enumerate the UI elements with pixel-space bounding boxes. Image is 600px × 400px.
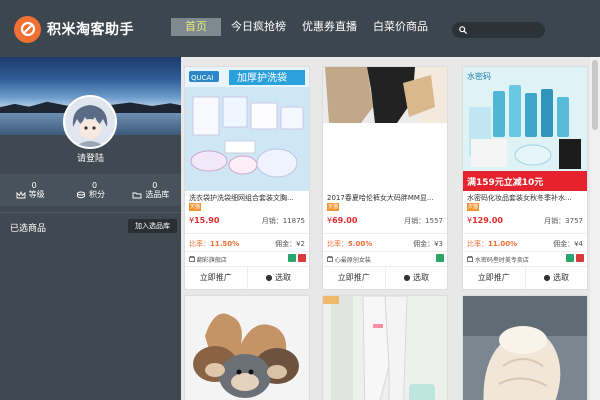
product-image[interactable] <box>463 296 587 400</box>
product-price: ¥15.90 <box>189 216 220 225</box>
stat-points-label: 积分 <box>88 189 105 199</box>
main-nav: 首页 今日疯抢榜 优惠券直播 白菜价商品 <box>171 18 438 36</box>
action-row: 立即推广 ● 选取 <box>185 266 310 289</box>
nav-item-daily-rush[interactable]: 今日疯抢榜 <box>225 18 292 36</box>
product-grid: QUCAI 加厚护洗袋 洗衣袋护洗袋细网组合套装文胸... 天猫 ¥15.90 … <box>181 57 600 400</box>
top-bar: 积米淘客助手 首页 今日疯抢榜 优惠券直播 白菜价商品 <box>0 0 600 57</box>
search-icon[interactable] <box>459 26 467 34</box>
product-image[interactable]: QUCAI 加厚护洗袋 <box>185 67 309 191</box>
scrollbar-thumb[interactable] <box>592 60 598 130</box>
select-button[interactable]: ● 选取 <box>524 267 588 289</box>
product-card[interactable] <box>462 295 588 400</box>
user-stats: 0 等级 0 积分 0 选品库 <box>0 174 181 206</box>
commission-amount: 佣金：¥4 <box>553 240 583 248</box>
product-banner-text: 加厚护洗袋 <box>237 71 287 84</box>
app-title: 积米淘客助手 <box>47 22 134 38</box>
shop-name[interactable]: 翻彩旗舰店 <box>189 255 227 264</box>
commission-rate: 比率：5.00% <box>327 240 373 248</box>
add-to-library-button[interactable]: 加入选品库 <box>128 219 177 233</box>
stat-library-value: 0 <box>152 180 158 190</box>
promo-banner: 满159元立减10元 <box>467 176 543 188</box>
store-icon <box>189 255 195 262</box>
tmall-badge: 天猫 <box>467 203 479 211</box>
commission-row: 比率：11.50% 佣金：¥2 <box>185 233 309 251</box>
stat-points-value: 0 <box>91 180 98 190</box>
crown-icon <box>16 190 26 198</box>
avatar[interactable] <box>63 95 117 149</box>
commission-rate: 比率：11.50% <box>189 240 240 248</box>
product-card[interactable] <box>322 295 448 400</box>
tmall-badge: 天猫 <box>189 203 201 211</box>
stat-level-label: 等级 <box>28 189 45 199</box>
shop-row: 心最原创女装 <box>323 251 447 265</box>
nav-item-coupon-live[interactable]: 优惠券直播 <box>296 18 363 36</box>
product-card[interactable] <box>184 295 310 400</box>
coins-icon <box>77 191 85 198</box>
mail-icon[interactable] <box>298 254 306 262</box>
product-image[interactable] <box>323 67 447 191</box>
promote-button[interactable]: 立即推广 <box>463 267 525 289</box>
product-card[interactable]: 2017春夏哈伦裤女大码胖MM显... 天猫 ¥69.00 月销：1557 比率… <box>322 66 448 290</box>
stat-level[interactable]: 0 等级 <box>0 174 60 206</box>
commission-row: 比率：5.00% 佣金：¥3 <box>323 233 447 251</box>
product-image[interactable] <box>323 296 447 400</box>
nav-item-home[interactable]: 首页 <box>171 18 221 36</box>
promote-button[interactable]: 立即推广 <box>185 267 247 289</box>
commission-amount: 佣金：¥3 <box>413 240 443 248</box>
monthly-sales: 月销：3757 <box>544 217 583 225</box>
login-link[interactable]: 请登陆 <box>0 151 181 164</box>
product-image[interactable] <box>185 296 309 400</box>
commission-row: 比率：11.00% 佣金：¥4 <box>463 233 587 251</box>
tmall-badge: 天猫 <box>327 203 339 211</box>
shop-row: 水密码叁时美专卖店 <box>463 251 587 265</box>
store-icon <box>327 255 333 262</box>
stat-level-value: 0 <box>31 180 37 190</box>
product-card[interactable]: 水密码 满159元立减10元 水密码化妆品套装女秋冬季补水... 天猫 ¥129… <box>462 66 588 290</box>
promote-button[interactable]: 立即推广 <box>323 267 385 289</box>
stat-library-label: 选品库 <box>145 189 170 199</box>
product-image[interactable]: 水密码 满159元立减10元 <box>463 67 587 191</box>
commission-rate: 比率：11.00% <box>467 240 518 248</box>
wangwang-icon[interactable] <box>566 254 574 262</box>
shop-name[interactable]: 心最原创女装 <box>327 255 371 264</box>
select-button[interactable]: ● 选取 <box>384 267 448 289</box>
logo-icon <box>14 15 41 43</box>
folder-icon <box>132 192 142 198</box>
monthly-sales: 月销：1557 <box>404 217 443 225</box>
product-price: ¥129.00 <box>467 216 503 225</box>
product-title[interactable]: 水密码化妆品套装女秋冬季补水... <box>467 193 585 203</box>
product-title[interactable]: 洗衣袋护洗袋细网组合套装文胸... <box>189 193 307 203</box>
product-price: ¥69.00 <box>327 216 358 225</box>
nav-item-bargain[interactable]: 白菜价商品 <box>367 18 434 36</box>
action-row: 立即推广 ● 选取 <box>463 266 588 289</box>
stat-points[interactable]: 0 积分 <box>60 174 120 206</box>
sidebar: 请登陆 0 等级 0 积分 0 选品库 已选商品 加入选品库 <box>0 57 181 400</box>
user-icon: ● <box>403 273 411 282</box>
action-row: 立即推广 ● 选取 <box>323 266 448 289</box>
product-card[interactable]: QUCAI 加厚护洗袋 洗衣袋护洗袋细网组合套装文胸... 天猫 ¥15.90 … <box>184 66 310 290</box>
shop-row: 翻彩旗舰店 <box>185 251 309 265</box>
monthly-sales: 月销：11875 <box>261 217 305 225</box>
store-icon <box>467 255 473 262</box>
product-brand-logo: QUCAI <box>191 74 213 82</box>
product-title[interactable]: 2017春夏哈伦裤女大码胖MM显... <box>327 193 445 203</box>
selected-products-label: 已选商品 <box>10 224 47 234</box>
wangwang-icon[interactable] <box>436 254 444 262</box>
product-brand-logo: 水密码 <box>467 71 491 81</box>
search-input[interactable] <box>452 22 545 38</box>
selected-products-row: 已选商品 加入选品库 <box>0 212 181 238</box>
stat-library[interactable]: 0 选品库 <box>121 174 181 206</box>
commission-amount: 佣金：¥2 <box>275 240 305 248</box>
shop-name[interactable]: 水密码叁时美专卖店 <box>467 255 529 264</box>
wangwang-icon[interactable] <box>288 254 296 262</box>
user-icon: ● <box>265 273 273 282</box>
user-icon: ● <box>543 273 551 282</box>
mail-icon[interactable] <box>576 254 584 262</box>
app-logo[interactable]: 积米淘客助手 <box>14 15 134 43</box>
select-button[interactable]: ● 选取 <box>246 267 310 289</box>
